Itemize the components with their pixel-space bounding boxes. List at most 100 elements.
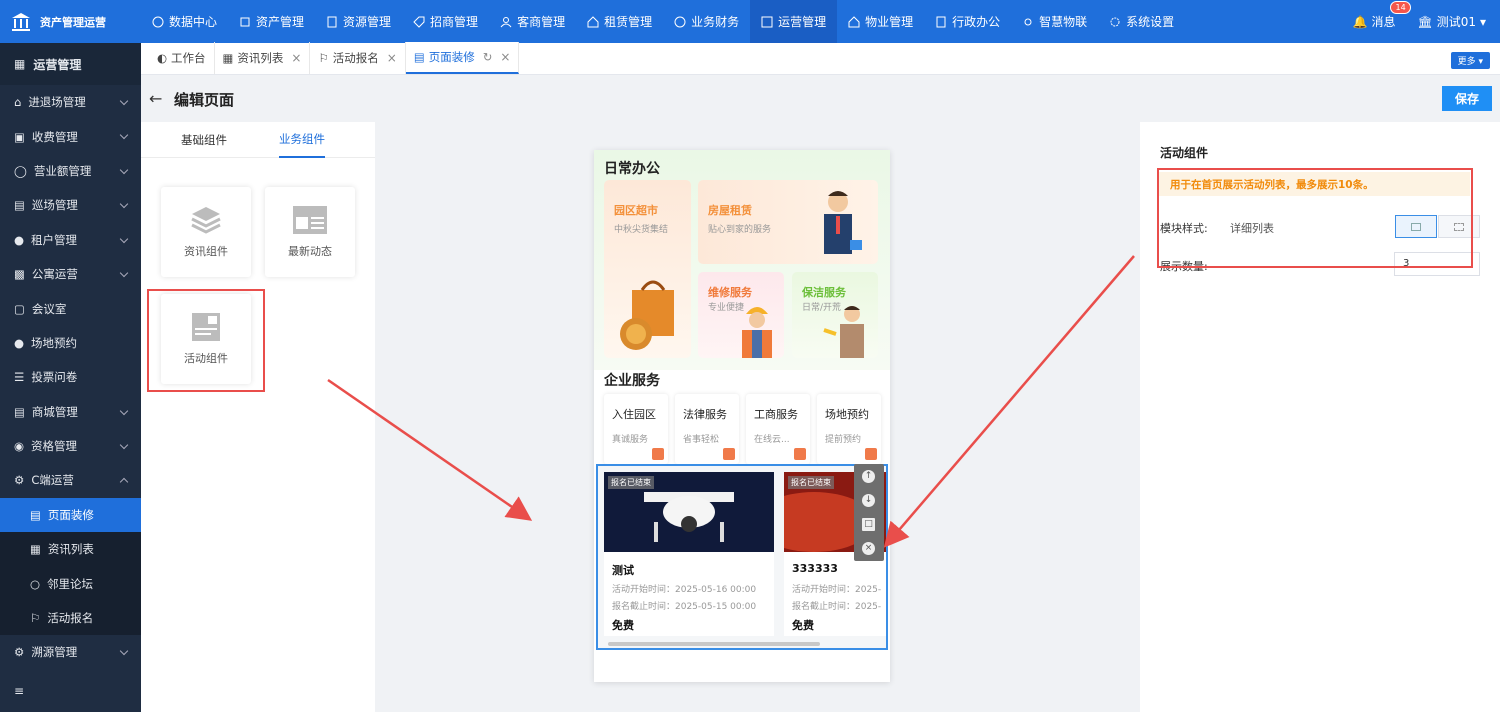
sidebar-subitem-activity-signup[interactable]: ⚐ 活动报名: [0, 600, 141, 636]
users-icon: [500, 16, 512, 27]
activity-card[interactable]: 报名已结束 测试 活动开始时间：2025-05-16 00:00 报名截止时间：…: [604, 472, 774, 636]
sidebar-item-vote[interactable]: ☰ 投票问卷: [0, 360, 141, 394]
chevron-down-icon: [119, 96, 129, 106]
nav-iot[interactable]: 智慧物联: [1011, 0, 1098, 43]
collapse-sidebar-icon[interactable]: ≡: [14, 684, 24, 698]
enterprise-item-business[interactable]: 工商服务 在线云...: [746, 394, 810, 464]
layout-icon: ▤: [30, 507, 41, 522]
chat-icon: ○: [30, 576, 41, 591]
refresh-icon[interactable]: ↻: [483, 50, 493, 64]
chevron-down-icon: [119, 131, 129, 140]
nav-finance[interactable]: 业务财务: [663, 0, 750, 43]
close-icon[interactable]: ×: [500, 50, 510, 64]
service-house-rental[interactable]: 房屋租赁 贴心到家的服务: [698, 180, 878, 264]
service-supermarket[interactable]: 园区超市 中秋尖货集结: [604, 180, 691, 358]
tab-news-list[interactable]: ▦ 资讯列表 ×: [215, 42, 311, 74]
close-icon[interactable]: ×: [387, 51, 397, 65]
enterprise-item-legal[interactable]: 法律服务 省事轻松: [675, 394, 739, 464]
tab-bar: ◐ 工作台 ▦ 资讯列表 × ⚐ 活动报名 × ▤ 页面装修 ↻ × 更多 ▾: [141, 42, 1500, 75]
user-icon: ●: [14, 232, 25, 247]
sidebar-item-fee[interactable]: ▣ 收费管理: [0, 119, 141, 153]
component-panel: 基础组件 业务组件 资讯组件 最新动态 活动组件: [141, 122, 375, 712]
sidebar-item-entry-exit[interactable]: ⌂ 进退场管理: [0, 85, 141, 119]
back-arrow-icon[interactable]: ←: [149, 89, 162, 108]
shop-icon: ▤: [14, 404, 25, 419]
enterprise-item-check-in[interactable]: 入住园区 真诚服务: [604, 394, 668, 464]
close-icon[interactable]: ×: [291, 51, 301, 65]
save-button[interactable]: 保存: [1442, 86, 1492, 111]
sidebar-subitem-news-list[interactable]: ▦ 资讯列表: [0, 532, 141, 567]
nav-investment[interactable]: 招商管理: [402, 0, 489, 43]
cube-icon: [240, 17, 250, 26]
sidebar-item-mall[interactable]: ▤ 商城管理: [0, 395, 141, 429]
calendar-icon: [865, 448, 877, 460]
nav-data-center[interactable]: 数据中心: [141, 0, 228, 43]
institution-icon: 🏛: [1417, 14, 1433, 29]
home-icon: ⌂: [14, 95, 22, 110]
nav-lease[interactable]: 租赁管理: [576, 0, 663, 43]
sidebar-item-c-operation[interactable]: ⚙ C端运营: [0, 463, 141, 497]
enterprise-service-title: 企业服务: [604, 373, 660, 389]
nav-asset[interactable]: 资产管理: [228, 0, 315, 43]
tab-page-decoration[interactable]: ▤ 页面装修 ↻ ×: [405, 42, 520, 74]
nav-settings[interactable]: 系统设置: [1098, 0, 1185, 43]
tag-icon: [413, 16, 425, 28]
chevron-down-icon: [119, 199, 129, 209]
page-preview[interactable]: 日常办公 园区超市 中秋尖货集结 房屋租赁 贴心到家的服务 维修服务 专业便捷 …: [594, 150, 890, 682]
tab-basic-components[interactable]: 基础组件: [181, 122, 227, 158]
nav-merchant[interactable]: 客商管理: [489, 0, 576, 43]
sidebar-subitem-forum[interactable]: ○ 邻里论坛: [0, 566, 141, 601]
message-button[interactable]: 🔔 消息 14: [1352, 1, 1411, 30]
tab-workbench[interactable]: ◐ 工作台: [149, 42, 215, 74]
badge-icon: ◉: [14, 439, 25, 454]
chevron-up-icon: [119, 478, 129, 487]
tab-business-components[interactable]: 业务组件: [279, 122, 325, 158]
activity-component-selected[interactable]: 报名已结束 测试 活动开始时间：2025-05-16 00:00 报名截止时间：…: [596, 464, 888, 650]
horizontal-scrollbar[interactable]: [608, 642, 820, 646]
building-icon: [327, 16, 337, 27]
gavel-icon: [723, 448, 735, 460]
more-tabs-button[interactable]: 更多 ▾: [1450, 52, 1490, 69]
sidebar-item-patrol[interactable]: ▤ 巡场管理: [0, 188, 141, 222]
gear-icon: [1110, 17, 1120, 26]
sidebar-item-tenant[interactable]: ● 租户管理: [0, 223, 141, 257]
gear-icon: ⚙: [14, 645, 25, 660]
move-down-icon[interactable]: ↓: [862, 494, 875, 507]
service-cleaning[interactable]: 保洁服务 日常/开荒: [792, 272, 878, 358]
sidebar-item-trace[interactable]: ⚙ 溯源管理: [0, 635, 141, 669]
component-card-news[interactable]: 资讯组件: [161, 187, 251, 277]
enterprise-item-venue[interactable]: 场地预约 提前预约: [817, 394, 881, 464]
move-up-icon[interactable]: ↑: [862, 470, 875, 483]
sidebar-item-meeting-room[interactable]: ▢ 会议室: [0, 291, 141, 325]
status-badge: 报名已结束: [608, 476, 654, 489]
delete-icon[interactable]: ×: [862, 542, 875, 555]
nav-operation[interactable]: 运营管理: [750, 0, 838, 43]
apartment-icon: ▩: [14, 267, 25, 282]
daily-office-title: 日常办公: [604, 161, 660, 177]
sidebar-item-qualification[interactable]: ◉ 资格管理: [0, 429, 141, 463]
sidebar-item-venue-booking[interactable]: ● 场地预约: [0, 326, 141, 360]
user-menu[interactable]: 🏛 测试01 ▾: [1417, 13, 1486, 30]
sidebar: ▦ 运营管理 ⌂ 进退场管理 ▣ 收费管理 ◯ 营业额管理 ▤ 巡场管理 ● 租户管理 ▩…: [0, 43, 141, 712]
sidebar-item-apartment[interactable]: ▩ 公寓运营: [0, 257, 141, 291]
copy-icon[interactable]: □: [862, 518, 875, 531]
house-icon: [848, 15, 860, 27]
layers-icon: [191, 207, 221, 234]
nav-property[interactable]: 物业管理: [837, 0, 924, 43]
document-icon: [936, 16, 946, 27]
nav-resource[interactable]: 资源管理: [315, 0, 402, 43]
header-right: 🔔 消息 14 🏛 测试01 ▾: [1352, 0, 1486, 43]
chevron-down-icon: [119, 234, 129, 243]
chevron-down-icon: ▾: [1479, 14, 1486, 29]
app-logo[interactable]: 资产管理运营: [0, 0, 141, 43]
service-repair[interactable]: 维修服务 专业便捷: [698, 272, 784, 358]
nav-admin[interactable]: 行政办公: [924, 0, 1011, 43]
sidebar-item-turnover[interactable]: ◯ 营业额管理: [0, 154, 141, 188]
message-badge: 14: [1390, 1, 1411, 14]
tab-activity-signup[interactable]: ⚐ 活动报名 ×: [310, 42, 406, 74]
document-icon: [652, 448, 664, 460]
shield-icon: [794, 448, 806, 460]
component-card-latest-news[interactable]: 最新动态: [265, 187, 355, 277]
sidebar-subitem-page-decoration[interactable]: ▤ 页面装修: [0, 497, 141, 533]
monitor-icon: ▢: [14, 301, 25, 316]
